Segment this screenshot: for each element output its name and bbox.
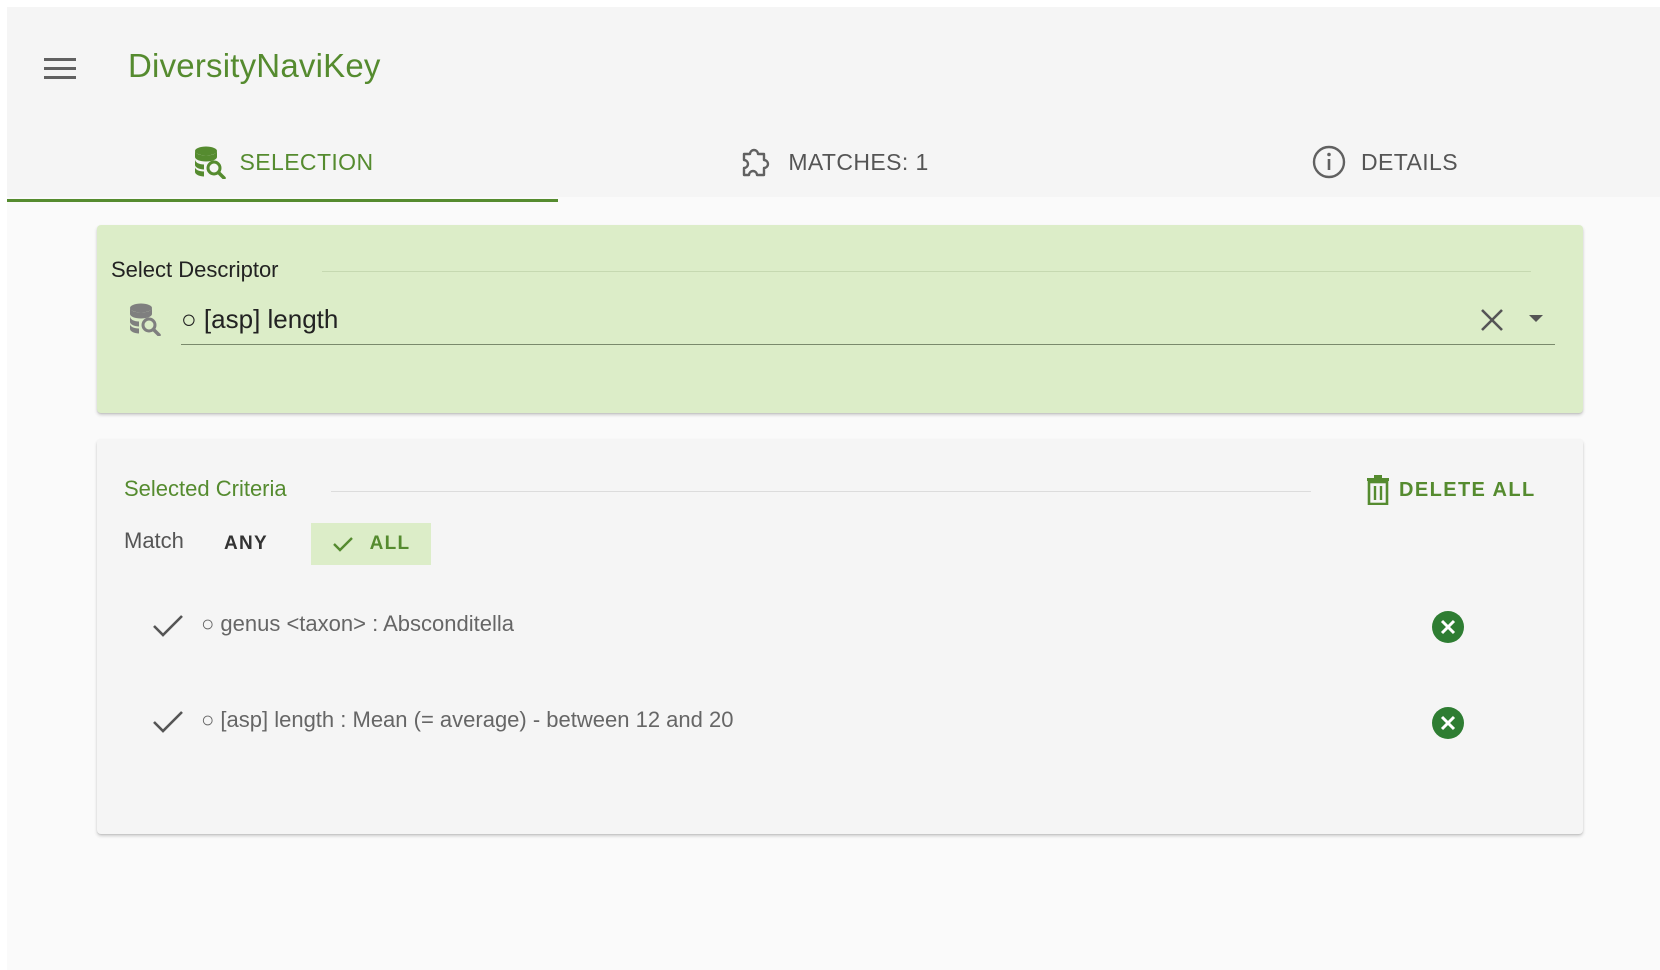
puzzle-icon [743, 148, 770, 177]
tab-details-label: DETAILS [1361, 148, 1458, 175]
tab-bar: SELECTION MATCHES: 1 DETAILS [7, 122, 1660, 202]
match-label: Match [124, 528, 184, 553]
descriptor-select[interactable]: ○ [asp] length [181, 295, 1555, 345]
app-root: DiversityNaviKey SELECTION MATCHES: 1 DE… [7, 7, 1660, 970]
match-any-toggle[interactable]: ANY [212, 523, 280, 565]
match-all-toggle[interactable]: ALL [311, 523, 431, 565]
selected-criteria-card: Selected Criteria DELETE ALL Match ANY A… [97, 439, 1583, 834]
tab-details[interactable]: DETAILS [1109, 122, 1660, 202]
clear-icon[interactable] [1479, 307, 1505, 333]
remove-criterion-icon[interactable] [1431, 706, 1465, 740]
tab-selection[interactable]: SELECTION [7, 122, 558, 202]
criterion-item: ○ genus <taxon> : Absconditella [97, 579, 1583, 675]
database-search-icon [194, 146, 226, 179]
remove-criterion-icon[interactable] [1431, 610, 1465, 644]
trash-icon [1367, 475, 1389, 505]
select-descriptor-legend: Select Descriptor [111, 257, 279, 282]
criterion-text: ○ [asp] length : Mean (= average) - betw… [201, 707, 734, 732]
dropdown-arrow-icon[interactable] [1527, 313, 1545, 325]
menu-button[interactable] [35, 49, 85, 89]
database-search-icon [130, 303, 161, 336]
criterion-item: ○ [asp] length : Mean (= average) - betw… [97, 675, 1583, 771]
selected-criteria-legend: Selected Criteria [124, 476, 287, 501]
tab-matches[interactable]: MATCHES: 1 [558, 122, 1109, 202]
app-title: DiversityNaviKey [128, 47, 381, 84]
legend-divider [322, 271, 1531, 272]
tab-selection-label: SELECTION [239, 148, 374, 175]
info-icon [1312, 145, 1346, 179]
delete-all-button[interactable]: DELETE ALL [1365, 473, 1536, 507]
descriptor-select-value: ○ [asp] length [181, 304, 339, 334]
check-icon [153, 615, 183, 637]
check-icon [332, 537, 353, 552]
match-any-label: ANY [223, 533, 268, 554]
select-descriptor-card: Select Descriptor ○ [asp] length [97, 225, 1583, 413]
app-header: DiversityNaviKey SELECTION MATCHES: 1 DE… [7, 7, 1660, 202]
criterion-text: ○ genus <taxon> : Absconditella [201, 611, 514, 636]
check-icon [153, 711, 183, 733]
criteria-list: ○ genus <taxon> : Absconditella ○ [asp] … [97, 579, 1583, 771]
match-all-label: ALL [369, 533, 411, 554]
delete-all-label: DELETE ALL [1399, 478, 1536, 501]
tab-matches-label: MATCHES: 1 [788, 148, 929, 175]
legend-divider [331, 491, 1311, 492]
hamburger-menu-icon [44, 58, 76, 79]
